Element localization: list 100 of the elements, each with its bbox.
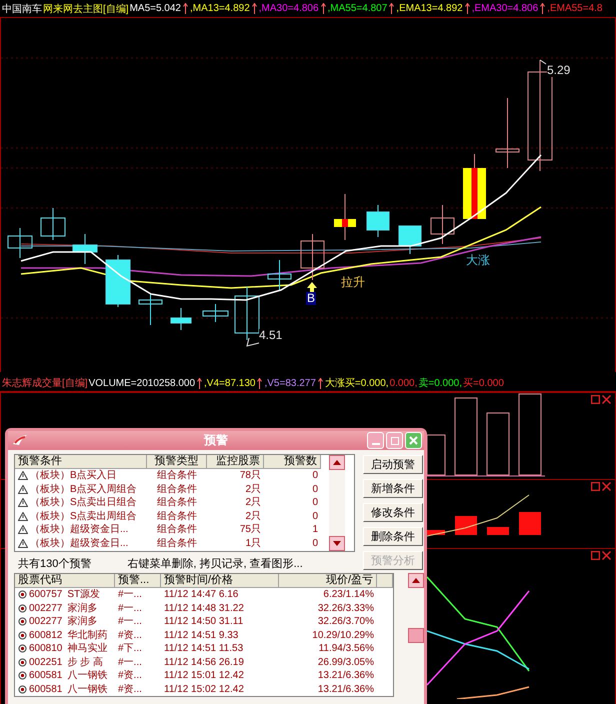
alert-condition: （板块）S点卖出周组合 [30, 510, 137, 523]
close-icon[interactable] [602, 482, 611, 491]
table-cell-text: 11/12 15:01 12.42 [163, 669, 245, 682]
candlestick [202, 304, 228, 323]
stock-code: 600757 [29, 588, 62, 602]
table-cell-text: 6.23/1.14% [322, 588, 375, 602]
indicator-value: ,EMA13=4.892 [396, 3, 463, 14]
table-cell-text: 1 [311, 523, 319, 536]
candlestick [430, 204, 454, 245]
alert-condition: （板块）B点买入周组合 [30, 482, 137, 496]
alert-condition: （板块）超级资金日... [30, 523, 128, 536]
close-icon [409, 436, 418, 445]
table-cell-text: 组合条件 [156, 496, 198, 510]
leader-line [246, 338, 260, 348]
stock-code: 600810 [29, 642, 62, 656]
table-cell-text: 11/12 14:50 31.11 [163, 615, 244, 628]
buy-signal-marker: B [306, 292, 316, 306]
indicator-value: ,V4=87.130 [204, 378, 256, 389]
table-cell-text: 10.29/10.29% [311, 628, 375, 642]
restore-icon[interactable] [591, 550, 600, 560]
candlestick [366, 204, 390, 238]
alert-condition: （板块）S点卖出日组合 [30, 496, 137, 510]
candlestick [170, 308, 192, 331]
table-cell-text: #资... [117, 669, 143, 682]
app-logo-icon [12, 434, 28, 446]
table-cell-text: 0 [311, 496, 319, 510]
table-cell-text: 0 [311, 510, 319, 523]
action-button[interactable]: 删除条件 [363, 527, 423, 546]
candlestick [268, 260, 292, 291]
indicator-value: 0.000, [390, 378, 418, 389]
table-cell-text: 11/12 14:51 11.53 [163, 642, 244, 656]
indicator-value: ,MA30=4.806 [258, 3, 319, 14]
stock-name: 中国南车 [2, 2, 42, 16]
stock-code: 002277 [29, 602, 62, 615]
column-header[interactable]: 监控股票 [207, 455, 264, 469]
scroll-up-button[interactable] [329, 455, 345, 470]
table-cell-text: 13.21/6.36% [316, 669, 375, 682]
indicator-value: ,MA55=4.807 [328, 3, 388, 14]
indicator-value: ,EMA55=4.8 [547, 3, 602, 14]
table-cell-text: #一... [117, 602, 143, 615]
candlestick [106, 254, 130, 308]
rise-label: 拉升 [341, 276, 365, 290]
candlestick [398, 226, 422, 255]
close-icon[interactable] [602, 394, 611, 404]
table-cell-text: 2只 [244, 510, 262, 523]
table-cell-text: 11.94/3.56% [318, 642, 375, 656]
candlestick [463, 154, 486, 220]
indicator-value: ,V5=83.277 [264, 378, 316, 389]
stock-name: 神马实业 [67, 642, 108, 656]
indicator-value: 买=0.000 [463, 377, 504, 390]
candlestick [496, 98, 520, 169]
column-header[interactable]: 预警数 [264, 455, 321, 469]
caret-down-icon [333, 541, 341, 546]
column-header[interactable]: 现价/盈亏 [279, 574, 377, 588]
scroll-up-button[interactable] [408, 573, 424, 588]
formula-name: 网来网去主图[自编] [43, 2, 129, 16]
up-arrow-icon [320, 3, 326, 14]
caret-up-icon [412, 578, 420, 583]
indicator-value: 大涨买=0.000, [324, 376, 389, 390]
action-button[interactable]: 新增条件 [363, 479, 423, 498]
table-cell-text: 32.26/3.33% [316, 602, 375, 615]
table-cell-text: 11/12 14:56 26.19 [163, 656, 245, 669]
stock-name: 华北制药 [67, 628, 108, 642]
close-button[interactable] [405, 432, 422, 449]
table-cell-text: 组合条件 [156, 482, 198, 496]
stock-code: 002277 [29, 615, 62, 628]
up-arrow-icon [540, 3, 546, 14]
up-arrow-icon [389, 3, 394, 14]
candlestick [300, 234, 324, 281]
close-icon[interactable] [602, 550, 611, 560]
table-cell-text: 0 [311, 536, 319, 550]
alert-condition: （板块）超级资金日... [30, 536, 128, 550]
table-cell-text: 11/12 15:02 12.42 [163, 682, 245, 696]
indicator-value: VOLUME=2010258.000 [88, 378, 196, 389]
action-button[interactable]: 启动预警 [363, 455, 423, 474]
column-header[interactable]: 预警时间/价格 [161, 574, 279, 588]
stock-name: ST源发 [67, 588, 100, 602]
candlestick [234, 286, 260, 341]
table-cell-text: 0 [311, 469, 319, 482]
restore-icon[interactable] [591, 482, 600, 491]
column-header[interactable]: 股票代码 [15, 574, 115, 588]
low-price-label: 4.51 [259, 329, 282, 342]
column-header[interactable]: 预警条件 [15, 455, 147, 469]
maximize-icon [390, 436, 398, 444]
restore-icon[interactable] [591, 394, 600, 404]
table-cell-text: 0 [311, 482, 319, 496]
minimize-icon [372, 442, 380, 444]
table-cell-text: #一... [117, 615, 143, 628]
alert-condition: （板块）B点买入日 [30, 469, 117, 482]
column-header[interactable]: 预警类型 [147, 455, 207, 469]
stock-name: 家润多 [67, 615, 98, 628]
stock-code: 002251 [29, 656, 62, 669]
scroll-thumb[interactable] [408, 628, 424, 643]
scroll-down-button[interactable] [329, 536, 345, 551]
column-header[interactable]: 预警... [115, 574, 161, 588]
table-cell-text: #资... [117, 682, 143, 696]
stock-name: 步 步 高 [67, 656, 103, 669]
action-button[interactable]: 修改条件 [363, 503, 423, 522]
leader-line [540, 60, 546, 65]
alert-count: 共有130个预警 [18, 557, 92, 570]
